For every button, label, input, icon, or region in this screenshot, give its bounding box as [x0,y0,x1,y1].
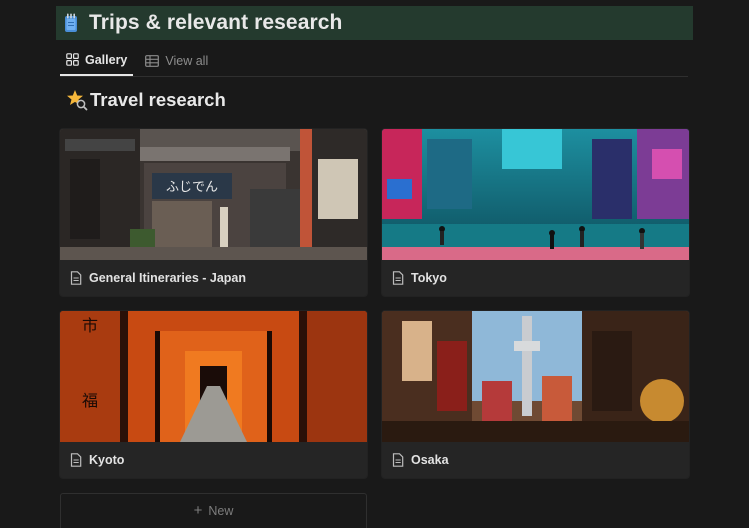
star-search-icon [66,89,88,111]
page-title: Trips & relevant research [89,11,343,34]
plus-icon: + [193,502,203,519]
card-title: Osaka [411,453,449,467]
gallery-grid-icon [66,53,79,66]
tab-view-all-label: View all [165,53,209,68]
page-header: Trips & relevant research [56,6,693,40]
gallery-card-kyoto[interactable]: 市 福 Kyoto [60,311,367,478]
section-title-text: Travel research [90,89,226,110]
view-tabs: Gallery View all [60,45,688,77]
card-label: General Itineraries - Japan [70,269,246,287]
gallery-card-osaka[interactable]: Osaka [382,311,689,478]
card-label: Tokyo [392,269,447,287]
card-title: General Itineraries - Japan [89,271,247,285]
tab-view-all[interactable]: View all [139,45,214,76]
tab-gallery-label: Gallery [85,52,128,67]
card-title: Tokyo [411,271,447,285]
new-card-label: New [208,504,234,518]
card-title: Kyoto [89,453,125,467]
kyoto-torii-gates-photo: 市 福 [60,311,367,442]
svg-text:福: 福 [82,391,98,410]
svg-text:ふじでん: ふじでん [166,180,218,195]
page-icon [392,271,404,285]
section-title: Travel research [66,89,226,111]
svg-text:市: 市 [82,316,98,335]
tokyo-storefront-photo: ふじでん [60,129,367,260]
tokyo-street-photo [382,129,689,260]
gallery-card-general-itineraries[interactable]: ふじでん General Itineraries - Japan [60,129,367,296]
table-icon [145,54,160,67]
notepad-icon [64,13,78,33]
new-card-button[interactable]: + New [60,493,367,528]
page-icon [70,453,82,467]
tab-gallery[interactable]: Gallery [60,45,134,76]
gallery-card-tokyo[interactable]: Tokyo [382,129,689,296]
card-label: Kyoto [70,451,124,469]
page-icon [392,453,404,467]
osaka-shinsekai-photo [382,311,689,442]
card-label: Osaka [392,451,449,469]
page-icon [70,271,82,285]
